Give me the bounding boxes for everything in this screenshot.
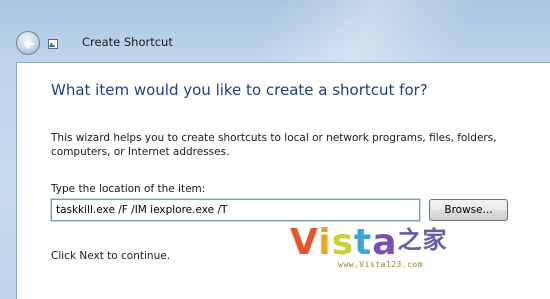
wizard-heading: What item would you like to create a sho… xyxy=(51,81,428,99)
watermark-text: Vista之家 xyxy=(290,222,448,263)
title-bar: Create Shortcut xyxy=(0,22,550,62)
window-title: Create Shortcut xyxy=(82,35,173,49)
continue-text: Click Next to continue. xyxy=(51,250,171,262)
wizard-content: What item would you like to create a sho… xyxy=(16,62,550,299)
back-button[interactable] xyxy=(16,31,40,55)
location-label: Type the location of the item: xyxy=(51,183,206,195)
watermark-url: www.Vista123.com xyxy=(338,260,424,269)
back-arrow-icon xyxy=(24,39,35,49)
wizard-description: This wizard helps you to create shortcut… xyxy=(51,132,497,158)
shortcut-icon xyxy=(48,39,58,49)
location-input[interactable] xyxy=(51,199,420,221)
watermark-logo: Vista之家 www.Vista123.com xyxy=(290,220,460,276)
browse-button[interactable]: Browse... xyxy=(429,199,508,221)
